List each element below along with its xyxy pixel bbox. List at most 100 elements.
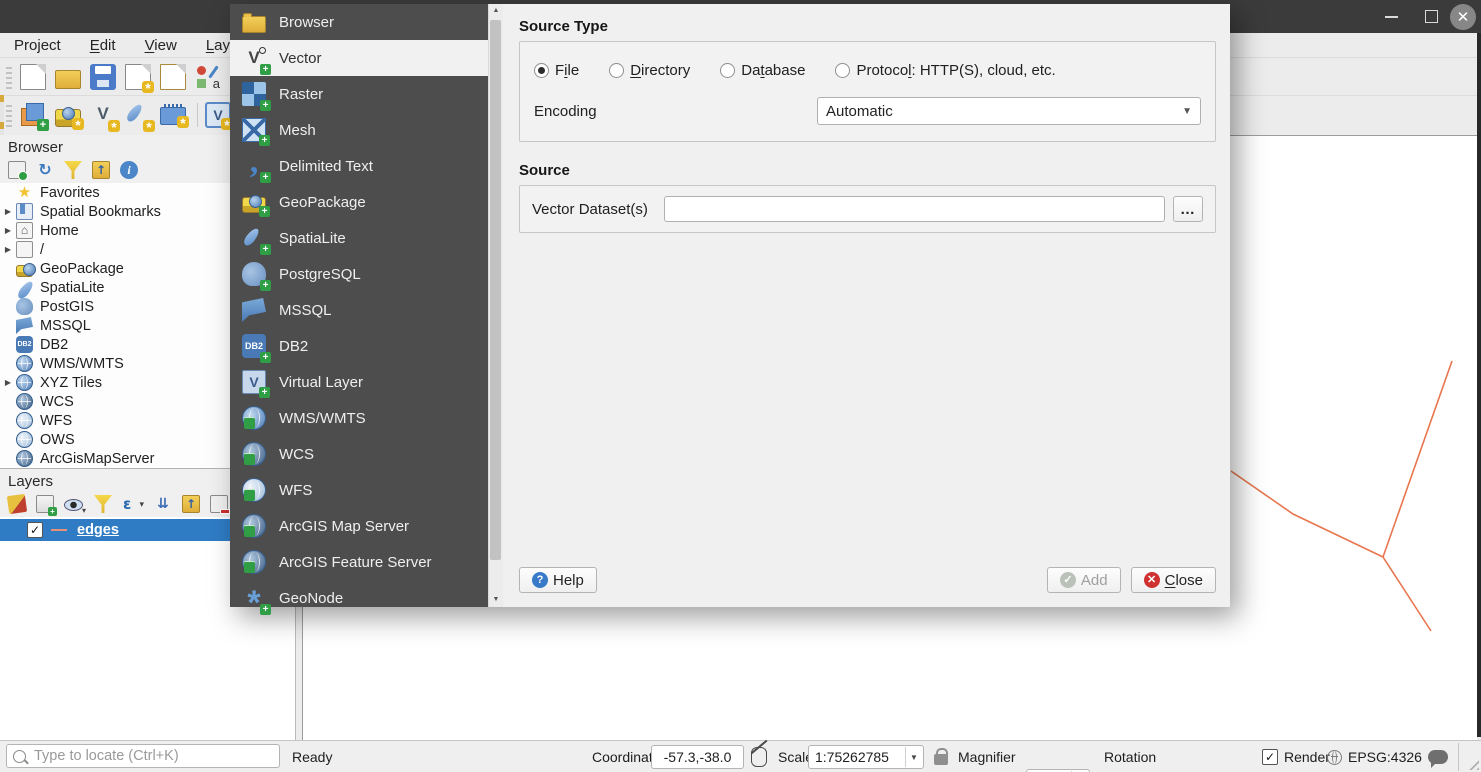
data-source-manager-dialog: Browser Vector Raster Mesh Delimited Tex… — [230, 4, 1230, 607]
checkbox-check-icon[interactable]: ✓ — [1262, 749, 1278, 765]
messages-bubble-icon[interactable] — [1428, 741, 1448, 772]
source-type-heading: Source Type — [519, 18, 1216, 35]
filter-legend-icon[interactable] — [94, 495, 112, 513]
new-project-icon[interactable] — [20, 64, 46, 90]
sidebar-item-db2[interactable]: DB2 — [230, 328, 488, 364]
render-checkbox[interactable]: ✓ — [1262, 741, 1278, 772]
refresh-icon[interactable] — [36, 161, 54, 179]
new-shapefile-icon[interactable] — [90, 102, 116, 128]
browse-button[interactable]: … — [1173, 196, 1203, 222]
menu-edit[interactable]: Edit — [90, 37, 116, 54]
add-group-icon[interactable] — [36, 495, 54, 513]
style-manager-icon[interactable]: a — [195, 64, 221, 90]
new-virtual-layer-icon[interactable] — [205, 102, 231, 128]
radio-icon[interactable] — [609, 63, 624, 78]
crs-globe-icon[interactable] — [1327, 741, 1342, 772]
manage-visibility-icon[interactable] — [64, 495, 84, 513]
radio-icon[interactable] — [835, 63, 850, 78]
sidebar-item-postgresql[interactable]: PostgreSQL — [230, 256, 488, 292]
properties-info-icon[interactable] — [120, 161, 138, 179]
menu-view[interactable]: View — [145, 37, 177, 54]
locate-input[interactable] — [32, 747, 266, 765]
add-button[interactable]: ✓Add — [1047, 567, 1121, 593]
help-icon: ? — [532, 572, 548, 588]
layer-checkbox[interactable]: ✓ — [27, 522, 43, 538]
layout-manager-icon[interactable] — [160, 64, 186, 90]
scale-dropdown-icon[interactable]: ▼ — [905, 747, 922, 767]
vector-dataset-input[interactable] — [664, 196, 1165, 222]
encoding-label: Encoding — [534, 103, 817, 120]
radio-directory[interactable]: Directory — [609, 62, 690, 79]
toolbar-handle[interactable] — [6, 65, 12, 89]
close-window-button[interactable]: ✕ — [1448, 0, 1478, 33]
sidebar-item-virtual-layer[interactable]: Virtual Layer — [230, 364, 488, 400]
maximize-button[interactable] — [1416, 0, 1446, 33]
menu-project[interactable]: Project — [14, 37, 61, 54]
open-project-icon[interactable] — [55, 70, 81, 89]
extents-mouse-icon[interactable] — [751, 741, 767, 772]
coordinate-input[interactable] — [651, 745, 744, 769]
radio-selected-icon[interactable] — [534, 63, 549, 78]
scrollbar-thumb[interactable] — [490, 20, 501, 560]
sidebar-item-browser[interactable]: Browser — [230, 4, 488, 40]
new-spatialite-icon[interactable] — [125, 102, 151, 128]
encoding-combobox[interactable]: Automatic▼ — [817, 97, 1201, 125]
sidebar-item-wfs[interactable]: WFS — [230, 472, 488, 508]
style-brush-icon[interactable] — [7, 494, 27, 514]
new-geopackage-icon[interactable] — [55, 109, 81, 127]
radio-icon[interactable] — [720, 63, 735, 78]
expand-all-icon[interactable] — [154, 495, 172, 513]
sidebar-scrollbar[interactable]: ▲ ▼ — [488, 4, 503, 607]
maximize-icon — [1425, 10, 1438, 23]
radio-file[interactable]: File — [534, 62, 579, 79]
add-selected-layers-icon[interactable] — [8, 161, 26, 179]
expand-arrow-icon[interactable]: ▶ — [0, 226, 16, 235]
remove-layer-icon[interactable] — [210, 495, 228, 513]
sidebar-item-geopackage[interactable]: GeoPackage — [230, 184, 488, 220]
sidebar-item-arcgis-map-server[interactable]: ArcGIS Map Server — [230, 508, 488, 544]
sidebar-item-mssql[interactable]: MSSQL — [230, 292, 488, 328]
scroll-down-icon[interactable]: ▼ — [489, 593, 503, 607]
resize-grip[interactable] — [1467, 758, 1479, 770]
locate-search[interactable] — [6, 744, 280, 768]
collapse-all-layers-icon[interactable] — [182, 495, 200, 513]
save-project-icon[interactable] — [90, 64, 116, 90]
sidebar-item-arcgis-feature-server[interactable]: ArcGIS Feature Server — [230, 544, 488, 580]
expand-arrow-icon[interactable]: ▶ — [0, 378, 16, 387]
vector-icon — [242, 46, 266, 70]
radio-database[interactable]: Database — [720, 62, 805, 79]
help-button[interactable]: ?Help — [519, 567, 597, 593]
magnifier-label: Magnifier — [958, 741, 1016, 772]
expand-arrow-icon[interactable]: ▶ — [0, 245, 16, 254]
radio-protocol[interactable]: Protocol: HTTP(S), cloud, etc. — [835, 62, 1055, 79]
layer-name[interactable]: edges — [77, 522, 119, 538]
sidebar-item-spatialite[interactable]: SpatiaLite — [230, 220, 488, 256]
sidebar-item-label: MSSQL — [279, 302, 332, 319]
data-source-manager-icon[interactable] — [20, 102, 46, 128]
sidebar-item-vector[interactable]: Vector — [230, 40, 488, 76]
tree-label: XYZ Tiles — [40, 375, 102, 391]
sidebar-item-geonode[interactable]: GeoNode — [230, 580, 488, 616]
chevron-down-icon: ▼ — [1182, 106, 1192, 117]
close-button[interactable]: ✕Close — [1131, 567, 1216, 593]
sidebar-item-wcs[interactable]: WCS — [230, 436, 488, 472]
collapse-all-icon[interactable] — [92, 161, 110, 179]
sidebar-item-delimited-text[interactable]: Delimited Text — [230, 148, 488, 184]
new-print-layout-icon[interactable] — [125, 64, 151, 90]
toolbar-handle[interactable] — [6, 103, 12, 127]
new-mesh-icon[interactable] — [160, 107, 186, 125]
minimize-button[interactable] — [1376, 0, 1406, 33]
filter-browser-icon[interactable] — [64, 161, 82, 179]
source-type-group: File Directory Database Protocol: HTTP(S… — [519, 41, 1216, 142]
sidebar-item-wms[interactable]: WMS/WMTS — [230, 400, 488, 436]
scale-combobox[interactable]: 1:75262785 ▼ — [808, 745, 924, 769]
crs-status[interactable]: EPSG:4326 — [1348, 741, 1422, 772]
scale-value: 1:75262785 — [815, 749, 889, 765]
sidebar-item-raster[interactable]: Raster — [230, 76, 488, 112]
expression-filter-icon[interactable] — [122, 495, 144, 513]
scroll-up-icon[interactable]: ▲ — [489, 4, 503, 18]
expand-arrow-icon[interactable]: ▶ — [0, 207, 16, 216]
geopackage-icon — [16, 265, 33, 277]
sidebar-item-mesh[interactable]: Mesh — [230, 112, 488, 148]
lock-scale-icon[interactable] — [934, 741, 948, 772]
